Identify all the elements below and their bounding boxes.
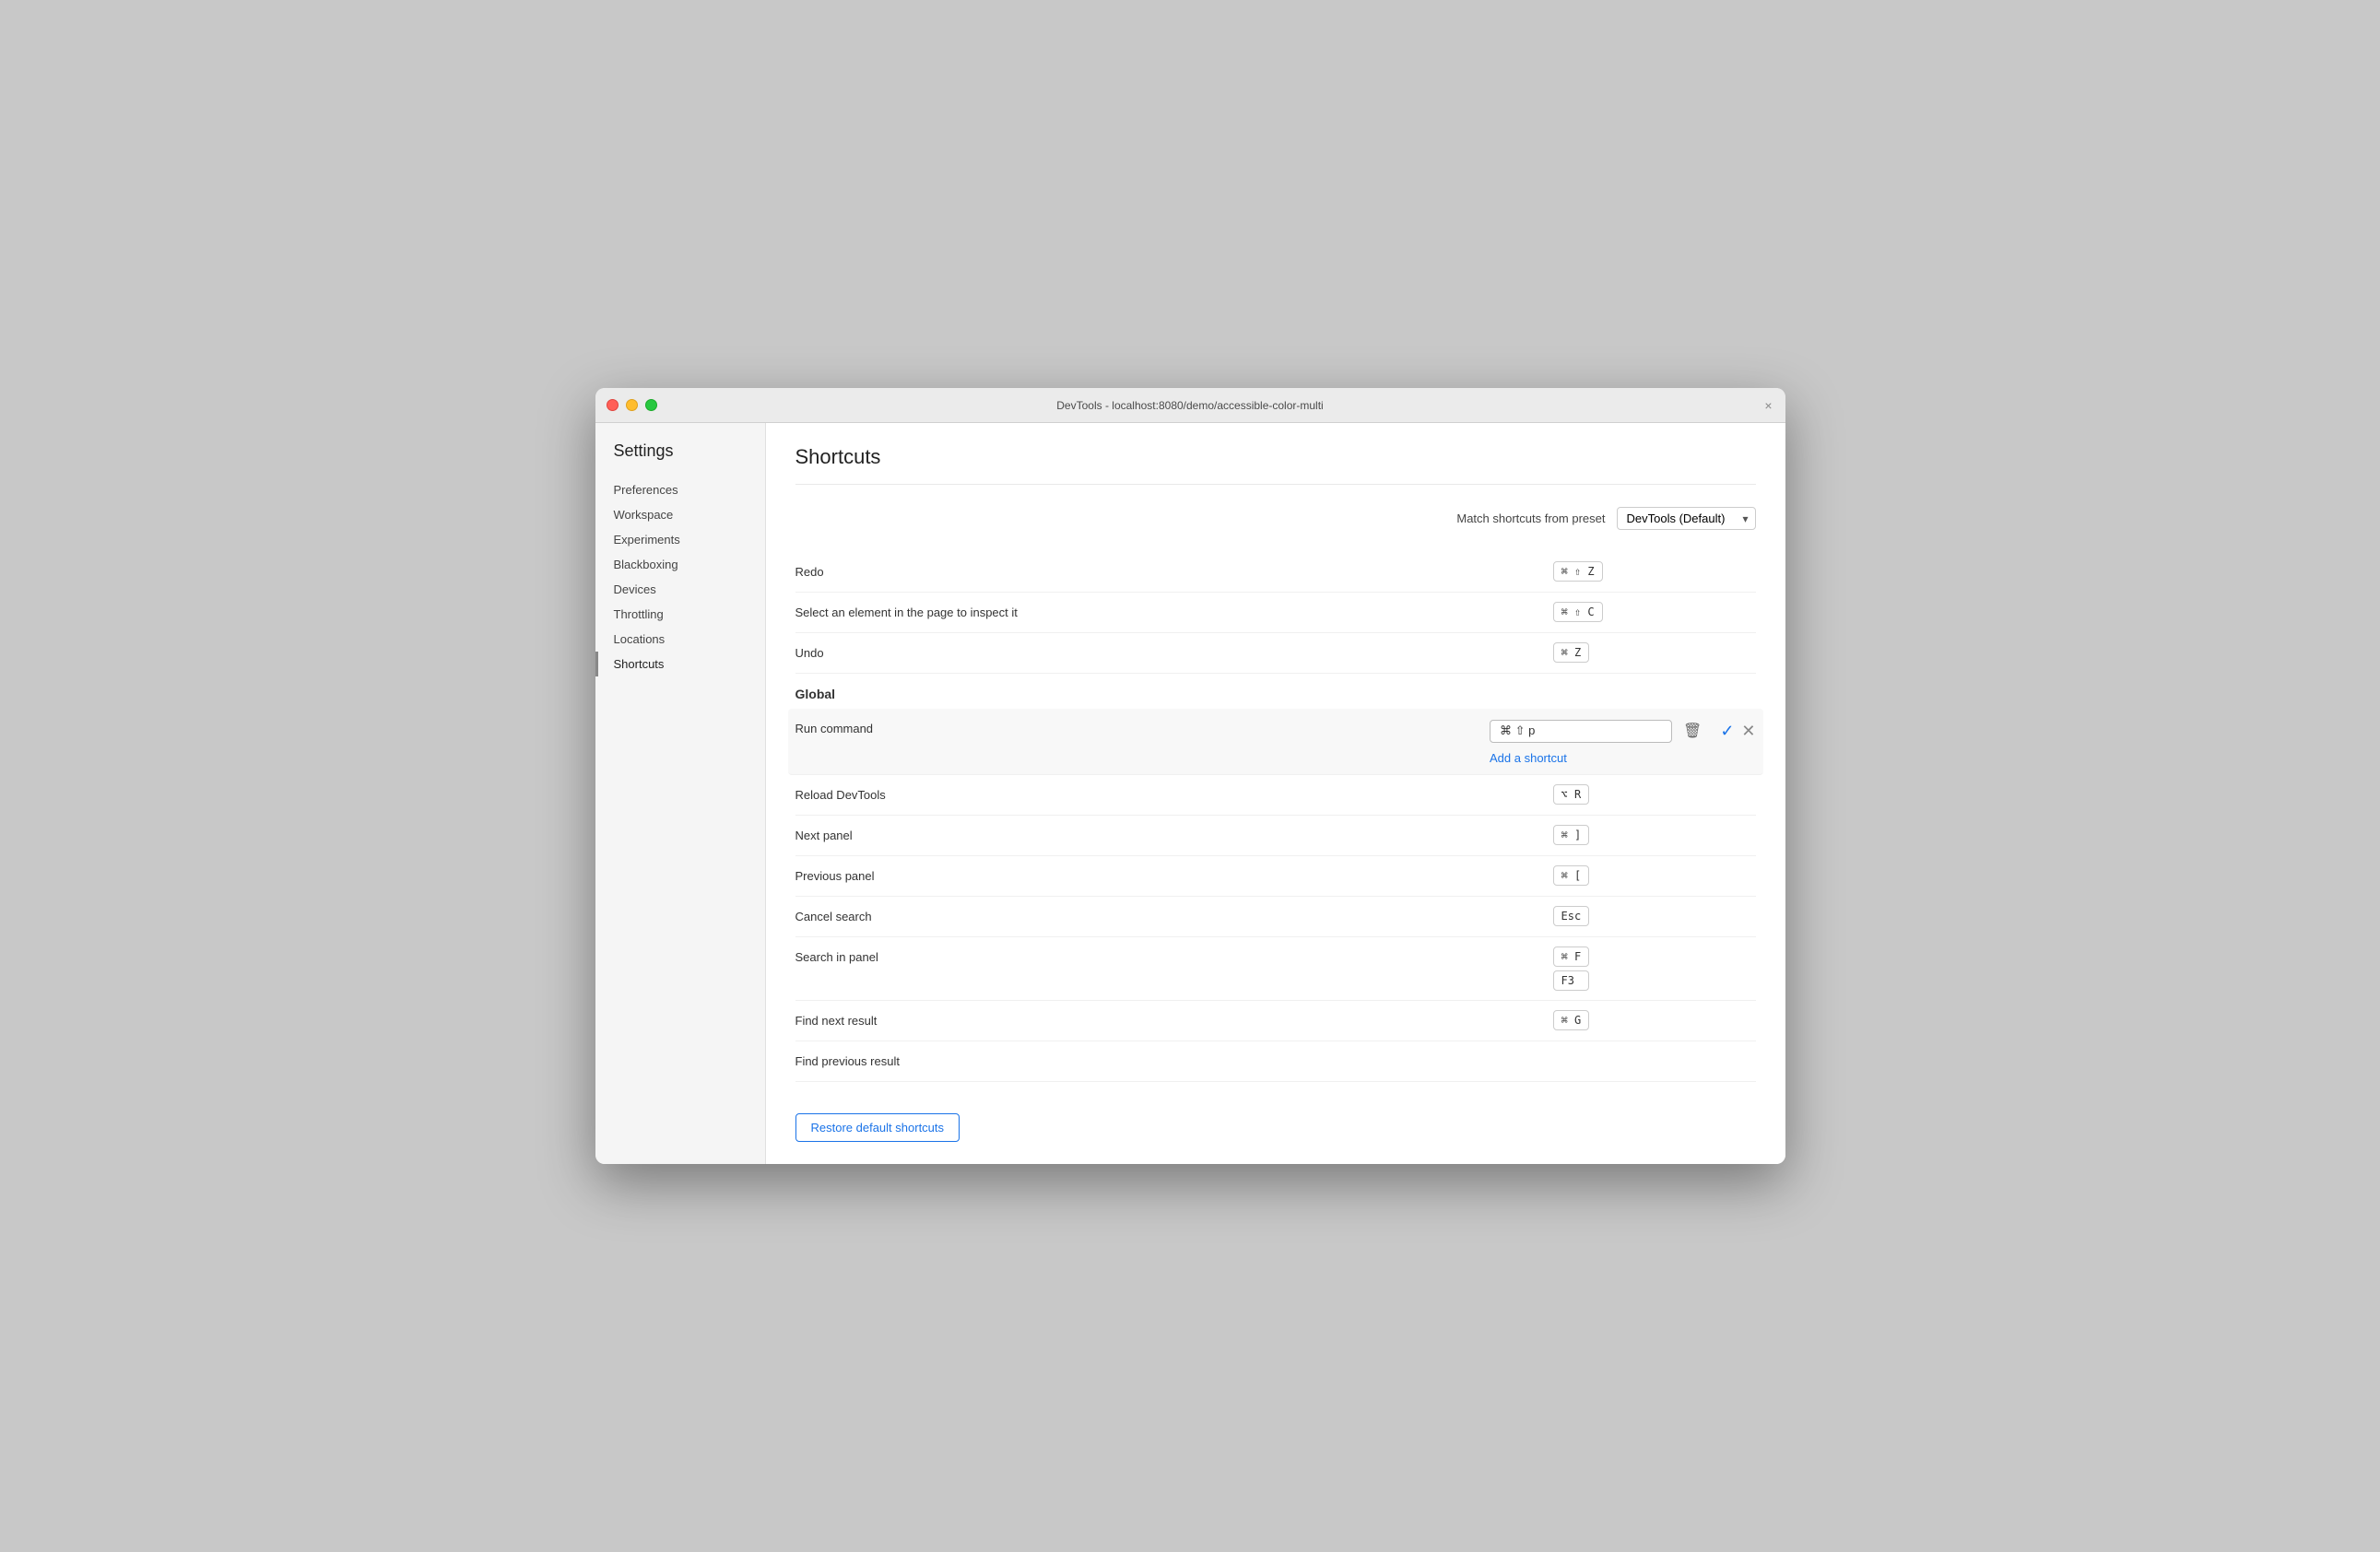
sidebar: Settings Preferences Workspace Experimen…: [595, 423, 766, 1164]
sidebar-label-experiments: Experiments: [614, 533, 680, 547]
sidebar-label-throttling: Throttling: [614, 607, 664, 621]
sidebar-label-blackboxing: Blackboxing: [614, 558, 678, 571]
run-command-input-row: 🗑: [1490, 718, 1705, 744]
key-badge: ⌘ Z: [1553, 642, 1590, 663]
maximize-button[interactable]: [645, 399, 657, 411]
delete-shortcut-button[interactable]: 🗑: [1679, 718, 1705, 744]
shortcut-name-cancel-search: Cancel search: [795, 906, 1553, 923]
key-badge: ⌘ G: [1553, 1010, 1590, 1030]
shortcut-name-next-panel: Next panel: [795, 825, 1553, 842]
sidebar-item-throttling[interactable]: Throttling: [595, 602, 765, 627]
shortcut-row-reload-devtools: Reload DevTools ⌥ R: [795, 775, 1756, 816]
page-title: Shortcuts: [795, 445, 1756, 485]
shortcut-name-find-previous: Find previous result: [795, 1051, 1553, 1068]
shortcut-name-search-in-panel: Search in panel: [795, 946, 1553, 964]
add-shortcut-link[interactable]: Add a shortcut: [1490, 751, 1705, 765]
key-badge: ⌘ ⇧ Z: [1553, 561, 1603, 582]
shortcut-name-find-next: Find next result: [795, 1010, 1553, 1028]
shortcut-name-previous-panel: Previous panel: [795, 865, 1553, 883]
sidebar-item-blackboxing[interactable]: Blackboxing: [595, 552, 765, 577]
preset-select-wrapper: DevTools (Default) Visual Studio Code: [1617, 507, 1756, 530]
shortcut-keys-find-previous: ⌘ ⇧ G: [1553, 1051, 1756, 1071]
sidebar-item-shortcuts[interactable]: Shortcuts: [595, 652, 765, 676]
sidebar-label-devices: Devices: [614, 582, 656, 596]
restore-defaults-button[interactable]: Restore default shortcuts: [795, 1113, 960, 1142]
shortcut-name-select-element: Select an element in the page to inspect…: [795, 602, 1553, 619]
shortcut-row-find-previous: Find previous result ⌘ ⇧ G: [795, 1041, 1756, 1082]
devtools-window: DevTools - localhost:8080/demo/accessibl…: [595, 388, 1785, 1164]
editing-actions: ✓ ✕: [1720, 718, 1755, 741]
preset-label: Match shortcuts from preset: [1456, 511, 1605, 525]
main-panel: Shortcuts Match shortcuts from preset De…: [766, 423, 1785, 1164]
shortcut-row-run-command: Run command 🗑 Add a shortcut ✓ ✕: [788, 709, 1763, 775]
shortcut-row-find-next: Find next result ⌘ G: [795, 1001, 1756, 1041]
shortcut-keys-cancel-search: Esc: [1553, 906, 1756, 926]
key-badge: ⌥ R: [1553, 784, 1590, 805]
shortcuts-table: Redo ⌘ ⇧ Z Select an element in the page…: [795, 552, 1756, 1082]
sidebar-item-experiments[interactable]: Experiments: [595, 527, 765, 552]
content-area: Settings Preferences Workspace Experimen…: [595, 423, 1785, 1164]
sidebar-item-devices[interactable]: Devices: [595, 577, 765, 602]
run-command-edit-area: 🗑 Add a shortcut: [1490, 718, 1705, 765]
multi-keys: ⌘ F F3: [1553, 946, 1590, 991]
key-badge: ⌘ F: [1553, 946, 1590, 967]
close-button[interactable]: [607, 399, 619, 411]
shortcut-key-input[interactable]: [1490, 720, 1672, 743]
shortcut-row-previous-panel: Previous panel ⌘ [: [795, 856, 1756, 897]
key-badge: Esc: [1553, 906, 1590, 926]
section-header-global: Global: [795, 674, 1756, 709]
sidebar-label-shortcuts: Shortcuts: [614, 657, 665, 671]
minimize-button[interactable]: [626, 399, 638, 411]
shortcut-name-redo: Redo: [795, 561, 1553, 579]
shortcut-row-undo: Undo ⌘ Z: [795, 633, 1756, 674]
shortcut-name-run-command: Run command: [795, 718, 1490, 735]
shortcut-row-select-element: Select an element in the page to inspect…: [795, 593, 1756, 633]
shortcut-keys-reload-devtools: ⌥ R: [1553, 784, 1756, 805]
titlebar: DevTools - localhost:8080/demo/accessibl…: [595, 388, 1785, 423]
window-title: DevTools - localhost:8080/demo/accessibl…: [1056, 399, 1323, 412]
sidebar-label-workspace: Workspace: [614, 508, 674, 522]
key-badge: ⌘ [: [1553, 865, 1590, 886]
preset-select[interactable]: DevTools (Default) Visual Studio Code: [1617, 507, 1756, 530]
key-badge: ⌘ ⇧ C: [1553, 602, 1603, 622]
shortcut-name-reload-devtools: Reload DevTools: [795, 784, 1553, 802]
confirm-edit-icon[interactable]: ✓: [1720, 722, 1734, 741]
shortcut-row-redo: Redo ⌘ ⇧ Z: [795, 552, 1756, 593]
preset-row: Match shortcuts from preset DevTools (De…: [795, 507, 1756, 530]
shortcut-keys-previous-panel: ⌘ [: [1553, 865, 1756, 886]
shortcut-keys-next-panel: ⌘ ]: [1553, 825, 1756, 845]
shortcut-keys-redo: ⌘ ⇧ Z: [1553, 561, 1756, 582]
cancel-edit-icon[interactable]: ✕: [1741, 722, 1755, 741]
shortcut-row-cancel-search: Cancel search Esc: [795, 897, 1756, 937]
traffic-lights: [607, 399, 657, 411]
sidebar-item-locations[interactable]: Locations: [595, 627, 765, 652]
shortcut-keys-undo: ⌘ Z: [1553, 642, 1756, 663]
sidebar-label-locations: Locations: [614, 632, 666, 646]
close-icon[interactable]: ×: [1764, 398, 1772, 413]
sidebar-heading: Settings: [595, 441, 765, 461]
shortcut-keys-find-next: ⌘ G: [1553, 1010, 1756, 1030]
shortcut-row-search-in-panel: Search in panel ⌘ F F3: [795, 937, 1756, 1001]
shortcut-row-next-panel: Next panel ⌘ ]: [795, 816, 1756, 856]
sidebar-item-workspace[interactable]: Workspace: [595, 502, 765, 527]
shortcut-keys-search-in-panel: ⌘ F F3: [1553, 946, 1756, 991]
sidebar-item-preferences[interactable]: Preferences: [595, 477, 765, 502]
key-badge: F3: [1553, 970, 1590, 991]
shortcut-keys-select-element: ⌘ ⇧ C: [1553, 602, 1756, 622]
sidebar-label-preferences: Preferences: [614, 483, 678, 497]
key-badge: ⌘ ]: [1553, 825, 1590, 845]
shortcut-name-undo: Undo: [795, 642, 1553, 660]
